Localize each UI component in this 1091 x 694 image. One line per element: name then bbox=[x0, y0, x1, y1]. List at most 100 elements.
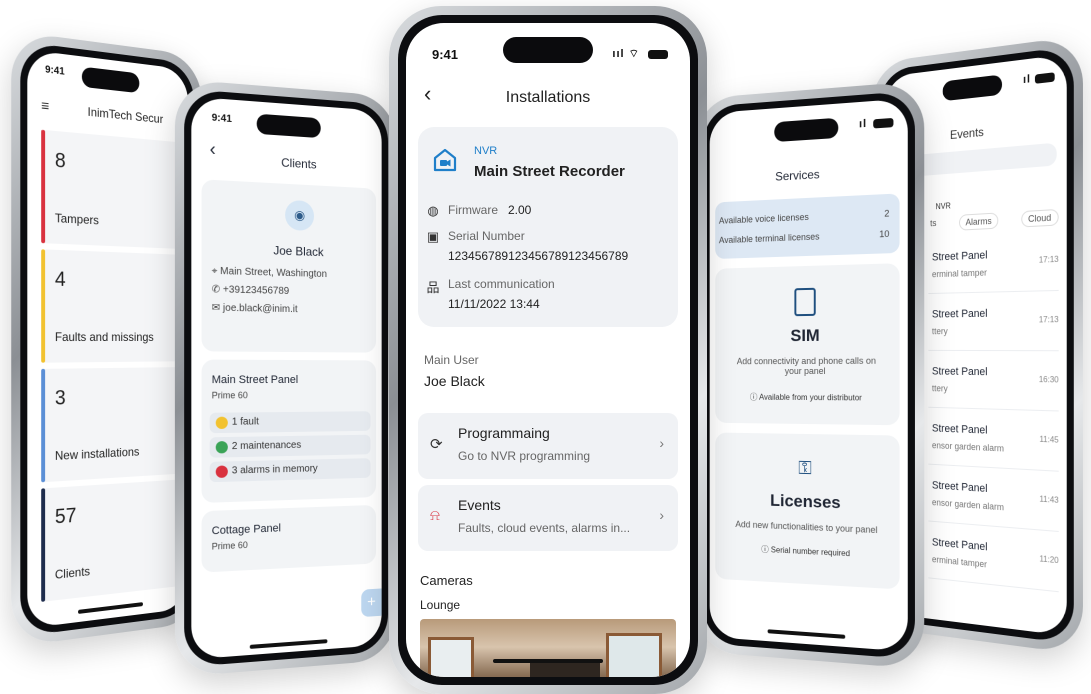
event-title: Street Panel bbox=[931, 479, 988, 496]
licenses-summary: Available voice licenses 2 Available ter… bbox=[715, 193, 900, 259]
home-indicator bbox=[249, 639, 328, 649]
dynamic-island bbox=[942, 74, 1003, 102]
status-time: 9:41 bbox=[211, 112, 232, 126]
event-title: Street Panel bbox=[931, 536, 988, 554]
tile-label: Faults and missings bbox=[54, 329, 154, 345]
event-sub: erminal tamper bbox=[931, 267, 987, 280]
event-time: 11:43 bbox=[1039, 494, 1059, 505]
sim-note-text: Available from your distributor bbox=[759, 392, 862, 403]
dashboard-screen: 9:41 ≡ InimTech Secur 8 Tampers 4 Faults… bbox=[27, 49, 188, 629]
back-icon[interactable]: ‹ bbox=[210, 139, 216, 161]
chip-text: 1 fault bbox=[231, 416, 259, 428]
events-list: Street Panel erminal tamper 17:13 Street P… bbox=[928, 237, 1066, 613]
nvr-home-icon bbox=[432, 147, 458, 173]
mail-icon: ✉ bbox=[211, 302, 223, 314]
event-time: 17:13 bbox=[1038, 314, 1059, 325]
network-icon: 品 bbox=[426, 280, 440, 295]
tile-label: New installations bbox=[54, 444, 140, 464]
licenses-note-text: Serial number required bbox=[770, 545, 850, 559]
panel-model: Prime 60 bbox=[211, 390, 248, 401]
dynamic-island bbox=[81, 66, 139, 94]
tile-tampers[interactable]: 8 Tampers bbox=[41, 129, 188, 250]
filter-chip[interactable]: ts bbox=[930, 218, 936, 228]
list-item[interactable]: Street Panel ensor garden alarm 11:45 bbox=[928, 414, 1059, 472]
event-title: Street Panel bbox=[931, 422, 988, 437]
phone-clients: 9:41 ‹ Clients ◉ Joe Black ⌖ Main Street… bbox=[174, 78, 397, 678]
lastcomm-value: 11/11/2022 13:44 bbox=[448, 297, 540, 311]
list-item[interactable]: Street Panel ttery 16:30 bbox=[928, 357, 1059, 412]
tile-count: 3 bbox=[54, 386, 66, 410]
filter-chip-text: Cloud bbox=[1028, 212, 1052, 225]
main-user-label: Main User bbox=[424, 353, 479, 367]
serial-icon: ▣ bbox=[426, 229, 440, 244]
serial-label: Serial Number bbox=[448, 229, 525, 243]
list-item[interactable]: Street Panel erminal tamper 17:13 bbox=[928, 237, 1059, 295]
filter-chip-cloud[interactable]: Cloud bbox=[1021, 208, 1059, 228]
status-chip-maintenance[interactable]: 2 maintenances bbox=[209, 434, 371, 458]
add-button[interactable]: + bbox=[361, 588, 382, 618]
clients-screen: 9:41 ‹ Clients ◉ Joe Black ⌖ Main Street… bbox=[191, 96, 382, 660]
key-icon: ⚿ bbox=[798, 457, 812, 479]
menu-programming[interactable]: ⟳ Programmaing Go to NVR programming › bbox=[418, 413, 678, 479]
event-sub: ttery bbox=[931, 383, 948, 394]
globe-icon: ◍ bbox=[427, 203, 439, 218]
phone-bezel: 9:41 ≡ InimTech Secur 8 Tampers 4 Faults… bbox=[20, 41, 194, 637]
camera-name: Lounge bbox=[420, 598, 461, 612]
status-chip-fault[interactable]: 1 fault bbox=[209, 411, 371, 434]
battery-icon bbox=[1034, 72, 1055, 84]
panel-card[interactable]: Main Street Panel Prime 60 1 fault 2 mai… bbox=[201, 359, 377, 503]
battery-icon bbox=[648, 50, 668, 59]
licenses-note: ⓘ Serial number required bbox=[715, 542, 899, 562]
window-shape bbox=[428, 637, 474, 677]
menu-subtitle: Go to NVR programming bbox=[458, 449, 591, 463]
tile-label: Clients bbox=[54, 564, 91, 582]
event-time: 16:30 bbox=[1038, 374, 1059, 385]
status-chip-alarms[interactable]: 3 alarms in memory bbox=[209, 458, 371, 483]
email-text: joe.black@inim.it bbox=[222, 302, 298, 316]
client-card[interactable]: ◉ Joe Black ⌖ Main Street, Washington ✆ … bbox=[201, 179, 377, 353]
home-indicator bbox=[767, 629, 846, 639]
event-time: 11:20 bbox=[1039, 554, 1059, 566]
serial-row: ▣ Serial Number 123456789123456789123456… bbox=[424, 229, 690, 269]
tile-new-installations[interactable]: 3 New installations bbox=[41, 366, 188, 483]
tile-faults[interactable]: 4 Faults and missings bbox=[41, 249, 188, 363]
avatar-icon: ◉ bbox=[285, 199, 315, 232]
licenses-title: Licenses bbox=[770, 490, 841, 513]
camera-preview[interactable] bbox=[420, 619, 676, 677]
firmware-label: Firmware bbox=[448, 203, 498, 217]
page-title: Clients bbox=[281, 155, 317, 172]
signal-icon: ıl bbox=[859, 117, 868, 131]
sim-title: SIM bbox=[790, 325, 820, 346]
event-time: 11:45 bbox=[1039, 434, 1059, 445]
sim-card[interactable]: SIM Add connectivity and phone calls on … bbox=[715, 263, 900, 426]
filter-chip-alarms[interactable]: Alarms bbox=[959, 212, 999, 231]
tile-color-bar bbox=[41, 368, 46, 483]
list-item[interactable]: Street Panel ensor garden alarm 11:43 bbox=[928, 471, 1059, 533]
signal-icon: ııl ⌔ bbox=[612, 48, 640, 60]
panel-name: Cottage Panel bbox=[211, 522, 281, 538]
tile-clients[interactable]: 57 Clients bbox=[41, 478, 188, 602]
licenses-card[interactable]: ⚿ Licenses Add new functionalities to yo… bbox=[715, 432, 900, 590]
home-indicator bbox=[77, 602, 143, 615]
filter-label: NVR bbox=[935, 201, 951, 212]
list-item[interactable]: Street Panel erminal tamper 11:20 bbox=[928, 528, 1059, 593]
phone-icon: ✆ bbox=[211, 284, 223, 296]
cameras-heading: Cameras bbox=[420, 573, 473, 588]
page-title: Services bbox=[775, 167, 820, 184]
menu-events[interactable]: ⍾ Events Faults, cloud events, alarms in… bbox=[418, 485, 678, 551]
battery-icon bbox=[873, 117, 894, 129]
firmware-row: ◍ Firmware 2.00 bbox=[424, 203, 684, 221]
menu-icon[interactable]: ≡ bbox=[41, 97, 49, 114]
menu-title: Programmaing bbox=[458, 425, 550, 441]
window-shape bbox=[606, 633, 662, 677]
phone-dashboard: 9:41 ≡ InimTech Secur 8 Tampers 4 Faults… bbox=[11, 30, 202, 648]
dynamic-island bbox=[774, 117, 839, 143]
list-item[interactable]: Street Panel ttery 17:13 bbox=[928, 298, 1059, 352]
email-row: ✉ joe.black@inim.it bbox=[212, 302, 298, 315]
panel-card[interactable]: Cottage Panel Prime 60 bbox=[201, 504, 377, 573]
info-icon: ⓘ bbox=[761, 544, 771, 555]
device-name: Main Street Recorder bbox=[474, 163, 625, 180]
status-time: 9:41 bbox=[45, 64, 65, 78]
alarm-bell-icon: ⍾ bbox=[430, 507, 440, 524]
menu-title: Events bbox=[458, 497, 501, 513]
